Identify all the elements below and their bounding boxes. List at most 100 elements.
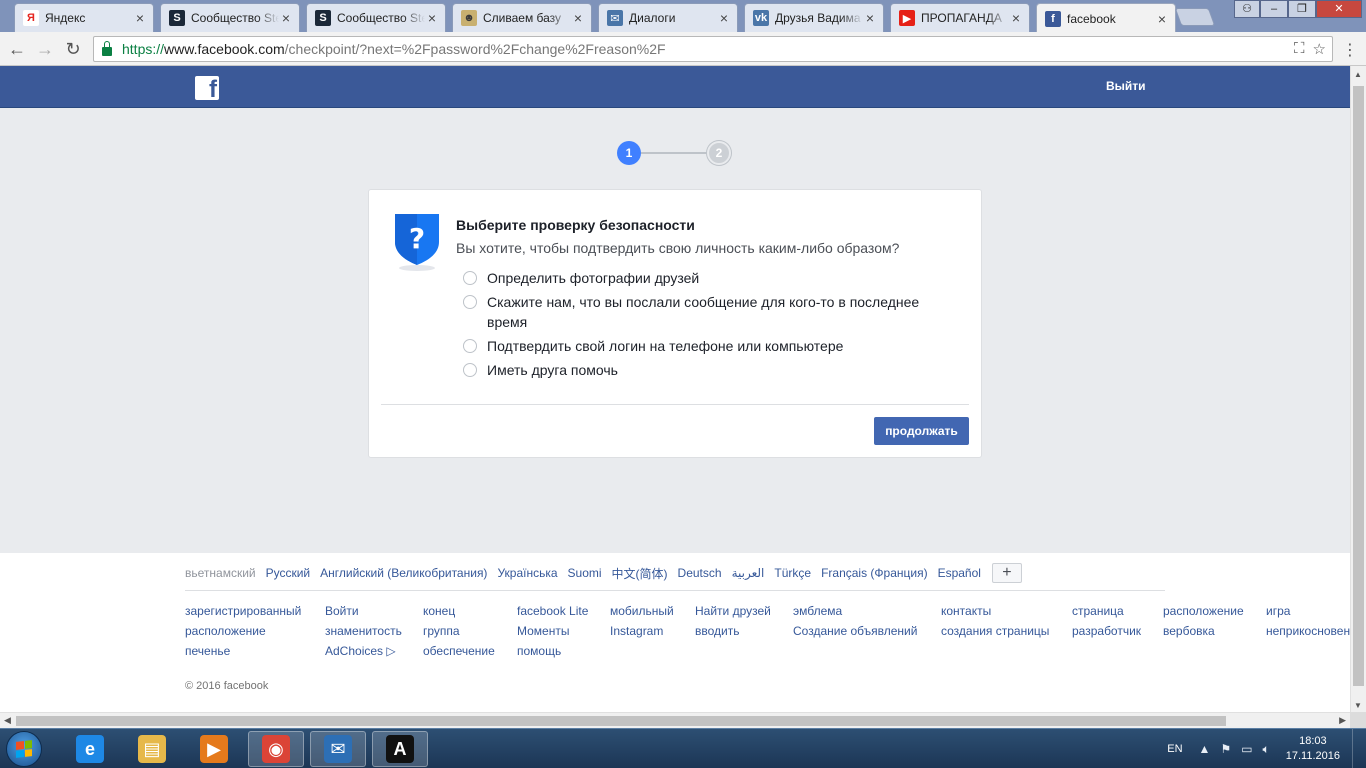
option-friend-help[interactable]: Иметь друга помочь (463, 360, 943, 380)
footer-link[interactable]: Войти (325, 601, 402, 621)
browser-tab[interactable]: S Сообщество Steam× (160, 3, 300, 32)
option-recent-message[interactable]: Скажите нам, что вы послали сообщение дл… (463, 292, 943, 332)
maximize-button[interactable]: ❐ (1288, 0, 1316, 18)
start-button[interactable] (6, 731, 42, 767)
browser-tab[interactable]: S Сообщество Steam× (306, 3, 446, 32)
footer-link[interactable]: мобильный (610, 601, 674, 621)
footer-link[interactable]: зарегистрированный (185, 601, 301, 621)
close-window-button[interactable]: ✕ (1316, 0, 1362, 18)
tab-close-icon[interactable]: × (279, 11, 293, 25)
new-tab-button[interactable] (1174, 8, 1216, 26)
browser-tab[interactable]: vk Друзья Вадима × (744, 3, 884, 32)
footer-link[interactable]: facebook Lite (517, 601, 588, 621)
taskbar-button[interactable]: ▶ (186, 731, 242, 767)
taskbar-button[interactable]: ◉ (248, 731, 304, 767)
taskbar-button[interactable]: A (372, 731, 428, 767)
footer-link[interactable]: страница (1072, 601, 1141, 621)
browser-tab[interactable]: ✉ Диалоги × (598, 3, 738, 32)
taskbar-button[interactable]: e (62, 731, 118, 767)
footer-link[interactable]: конец (423, 601, 495, 621)
action-center-flag-icon[interactable]: ⚑ (1220, 742, 1231, 756)
tab-close-icon[interactable]: × (863, 11, 877, 25)
more-languages-button[interactable]: + (991, 563, 1022, 583)
footer-link[interactable]: контакты (941, 601, 1049, 621)
scroll-right-arrow-icon[interactable]: ▶ (1339, 715, 1346, 726)
footer-link[interactable]: группа (423, 621, 495, 641)
logout-link[interactable]: Выйти (1106, 79, 1146, 93)
footer-link[interactable]: неприкосновенность (1266, 621, 1350, 641)
footer-link[interactable]: Instagram (610, 621, 674, 641)
option-label[interactable]: Скажите нам, что вы послали сообщение дл… (487, 292, 943, 332)
bookmark-star-icon[interactable]: ☆ (1313, 40, 1326, 58)
footer-link[interactable]: игра (1266, 601, 1350, 621)
radio-button[interactable] (463, 271, 477, 285)
forward-button[interactable]: → (34, 38, 56, 60)
facebook-logo-icon[interactable]: f (195, 76, 219, 100)
footer-link[interactable]: вербовка (1163, 621, 1244, 641)
tab-close-icon[interactable]: × (571, 11, 585, 25)
language-link[interactable]: Українська (497, 566, 557, 580)
language-link[interactable]: Français (Франция) (821, 566, 928, 580)
footer-link[interactable]: разработчик (1072, 621, 1141, 641)
language-link[interactable]: Suomi (568, 566, 602, 580)
horizontal-scrollbar[interactable]: ◀ ▶ (0, 712, 1350, 728)
option-approve-login[interactable]: Подтвердить свой логин на телефоне или к… (463, 336, 943, 356)
footer-link[interactable]: вводить (695, 621, 771, 641)
browser-menu-icon[interactable]: ⋮ (1342, 40, 1358, 60)
tab-close-icon[interactable]: × (1009, 11, 1023, 25)
footer-link[interactable]: эмблема (793, 601, 917, 621)
language-link[interactable]: Deutsch (678, 566, 722, 580)
footer-link[interactable]: Создание объявлений (793, 621, 917, 641)
language-link[interactable]: Английский (Великобритания) (320, 566, 487, 580)
address-bar[interactable]: https:// www.facebook.com /checkpoint/?n… (93, 36, 1333, 62)
browser-tab[interactable]: ☻ Сливаем базу × (452, 3, 592, 32)
footer-link[interactable]: помощь (517, 641, 588, 661)
tab-close-icon[interactable]: × (1155, 12, 1169, 26)
language-link[interactable]: Español (938, 566, 981, 580)
tab-close-icon[interactable]: × (717, 11, 731, 25)
footer-link[interactable]: обеспечение (423, 641, 495, 661)
minimize-button[interactable]: – (1260, 0, 1288, 18)
footer-link[interactable]: AdChoices ▷ (325, 641, 402, 661)
input-language-indicator[interactable]: EN (1167, 743, 1182, 755)
clock[interactable]: 18:03 17.11.2016 (1286, 734, 1340, 764)
scroll-down-arrow-icon[interactable]: ▼ (1354, 701, 1362, 710)
option-label[interactable]: Определить фотографии друзей (487, 268, 699, 288)
option-label[interactable]: Подтвердить свой логин на телефоне или к… (487, 336, 843, 356)
option-label[interactable]: Иметь друга помочь (487, 360, 618, 380)
volume-icon[interactable]: 🔈︎ (1263, 742, 1270, 757)
tab-close-icon[interactable]: × (133, 11, 147, 25)
translate-icon[interactable]: ⛶ (1294, 40, 1305, 58)
browser-tab[interactable]: f facebook × (1036, 3, 1176, 33)
language-link[interactable]: 中文(简体) (612, 565, 668, 582)
tray-expand-icon[interactable]: ▲ (1199, 742, 1211, 756)
scroll-up-arrow-icon[interactable]: ▲ (1354, 70, 1362, 79)
back-button[interactable]: ← (6, 38, 28, 60)
lock-icon[interactable] (102, 40, 112, 56)
continue-button[interactable]: продолжать (874, 417, 969, 445)
footer-link[interactable]: расположение (1163, 601, 1244, 621)
browser-tab[interactable]: ▶ ПРОПАГАНДА × (890, 3, 1030, 32)
browser-tab[interactable]: Я Яндекс × (14, 3, 154, 32)
option-friend-photos[interactable]: Определить фотографии друзей (463, 268, 943, 288)
taskbar-button[interactable]: ✉ (310, 731, 366, 767)
network-icon[interactable]: ▭ (1241, 742, 1252, 756)
footer-link[interactable]: Найти друзей (695, 601, 771, 621)
tab-close-icon[interactable]: × (425, 11, 439, 25)
footer-link[interactable]: расположение (185, 621, 301, 641)
vertical-scrollbar[interactable]: ▲ ▼ (1350, 66, 1366, 712)
radio-button[interactable] (463, 339, 477, 353)
radio-button[interactable] (463, 363, 477, 377)
language-link[interactable]: Türkçe (774, 566, 811, 580)
footer-link[interactable]: знаменитость (325, 621, 402, 641)
show-desktop-button[interactable] (1352, 729, 1366, 768)
footer-link[interactable]: Моменты (517, 621, 588, 641)
footer-link[interactable]: создания страницы (941, 621, 1049, 641)
scroll-left-arrow-icon[interactable]: ◀ (4, 715, 11, 726)
footer-link[interactable]: печенье (185, 641, 301, 661)
vertical-scroll-thumb[interactable] (1353, 86, 1364, 686)
horizontal-scroll-thumb[interactable] (16, 716, 1226, 726)
taskbar-button[interactable]: ▤ (124, 731, 180, 767)
radio-button[interactable] (463, 295, 477, 309)
profile-icon[interactable]: ⚇ (1234, 0, 1260, 18)
